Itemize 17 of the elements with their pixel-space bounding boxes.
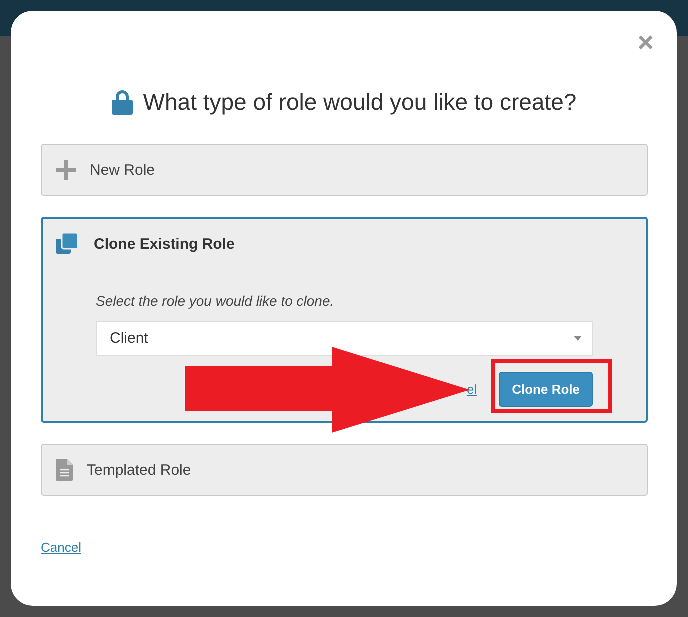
- document-icon: [56, 459, 73, 481]
- role-select[interactable]: Client: [96, 321, 593, 356]
- cancel-link[interactable]: Cancel: [41, 540, 82, 555]
- plus-icon: [56, 160, 76, 180]
- select-value: Client: [110, 330, 148, 347]
- clone-role-button[interactable]: Clone Role: [499, 372, 593, 407]
- select-prompt: Select the role you would like to clone.: [96, 293, 336, 309]
- option-label: New Role: [90, 162, 156, 178]
- lock-icon: [112, 90, 134, 115]
- dialog-title: What type of role would you like to create?: [143, 89, 577, 116]
- copy-icon: [56, 233, 78, 255]
- role-option-card[interactable]: New Role: [41, 144, 648, 196]
- option-label: Templated Role: [87, 462, 192, 478]
- role-option-card[interactable]: Templated Role: [41, 444, 648, 496]
- option-label: Clone Existing Role: [94, 236, 235, 252]
- link[interactable]: el: [466, 382, 478, 397]
- caret-icon: [574, 336, 582, 341]
